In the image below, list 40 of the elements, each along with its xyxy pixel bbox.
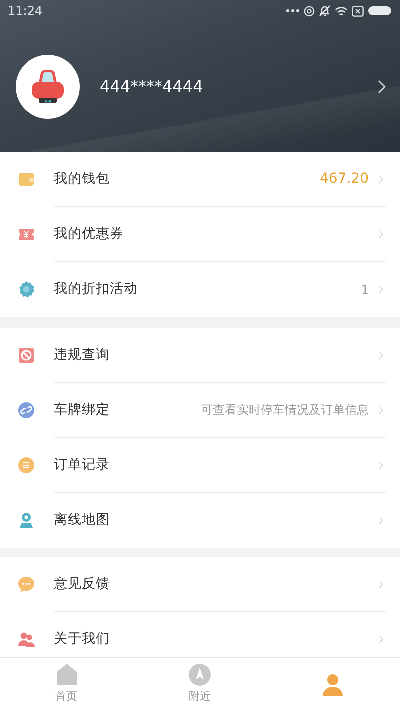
sim-icon <box>352 6 364 16</box>
home-icon <box>54 663 79 688</box>
menu-label: 车牌绑定 <box>54 400 110 420</box>
people-icon <box>18 631 35 648</box>
more-icon <box>286 9 300 13</box>
list-icon <box>18 457 35 474</box>
status-time: 11:24 <box>8 3 43 20</box>
menu-label: 我的钱包 <box>54 170 110 189</box>
user-phone: 444****4444 <box>100 76 204 98</box>
menu-row[interactable]: 我的优惠券 <box>0 207 400 262</box>
menu-label: 关于我们 <box>54 630 110 650</box>
battery-icon <box>368 6 392 16</box>
bell-off-icon <box>319 5 331 17</box>
chat-icon <box>18 576 35 593</box>
menu-row[interactable]: 车牌绑定 可查看实时停车情况及订单信息 <box>0 383 400 438</box>
menu-row[interactable]: 违规查询 <box>0 328 400 383</box>
menu-row[interactable]: 我的钱包 467.20 <box>0 152 400 207</box>
menu-value: 467.20 <box>320 170 369 188</box>
menu-label: 意见反馈 <box>54 574 110 594</box>
menu-row[interactable]: 意见反馈 <box>0 557 400 612</box>
menu-label: 我的折扣活动 <box>54 280 138 300</box>
menu-row[interactable]: 我的折扣活动 1 <box>0 262 400 317</box>
menu-label: 订单记录 <box>54 456 110 475</box>
menu-label: 我的优惠券 <box>54 224 124 244</box>
menu-row[interactable]: 订单记录 <box>0 438 400 493</box>
badge-icon <box>18 281 35 298</box>
chevron-right-icon[interactable] <box>378 80 386 94</box>
menu-label: 离线地图 <box>54 511 110 530</box>
menu-row[interactable]: 离线地图 <box>0 493 400 548</box>
person-icon <box>321 672 346 696</box>
menu-label: 违规查询 <box>54 346 110 365</box>
menu-row[interactable]: 关于我们 <box>0 612 400 657</box>
menu-value: 可查看实时停车情况及订单信息 <box>201 402 369 419</box>
menu-value: 1 <box>361 282 369 298</box>
wifi-icon <box>335 6 348 16</box>
link-icon <box>18 402 35 419</box>
wallet-icon <box>18 171 35 188</box>
map-pin-icon <box>18 512 35 529</box>
ticket-icon <box>18 226 35 243</box>
no-entry-icon <box>18 347 35 364</box>
